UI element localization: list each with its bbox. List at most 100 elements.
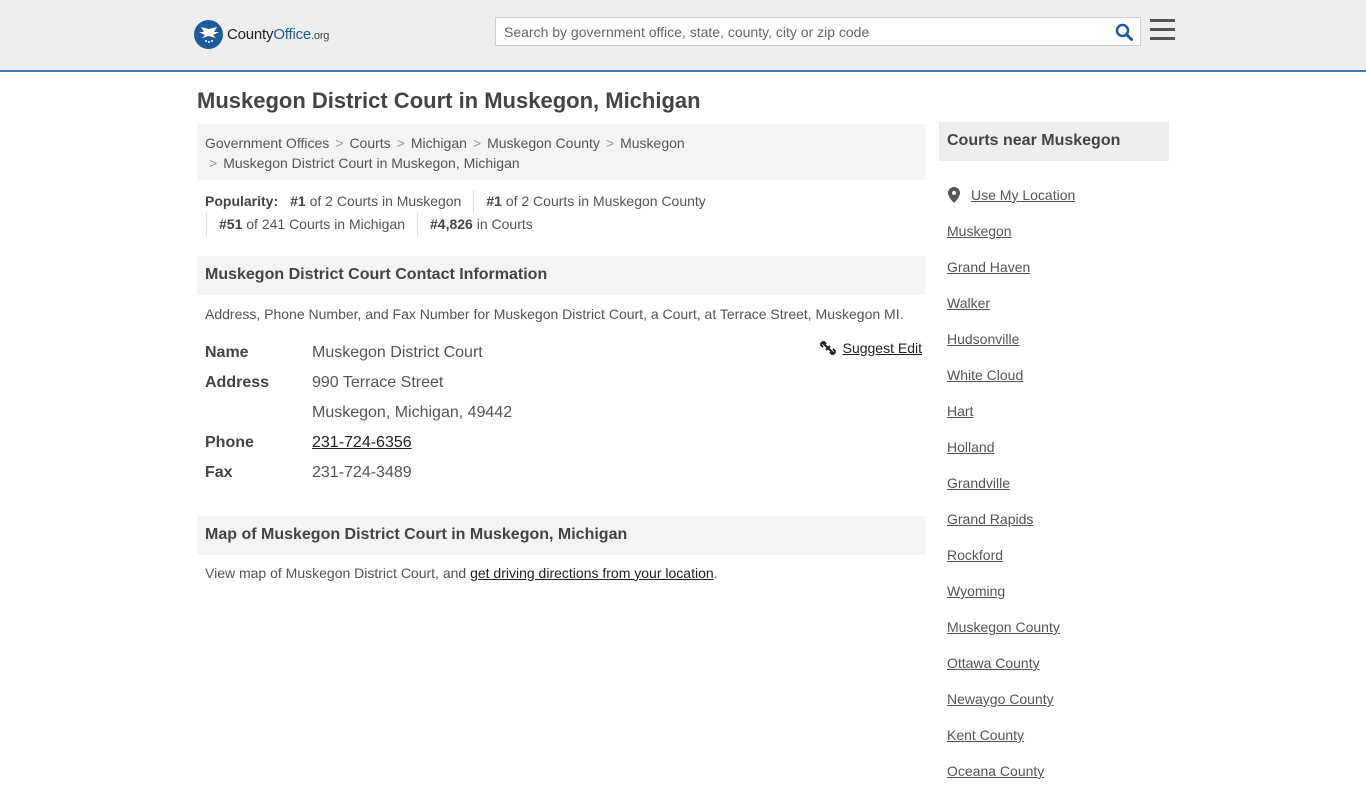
popularity-text: of 2 Courts in Muskegon County	[505, 193, 706, 209]
search-box	[495, 17, 1141, 46]
address-line-2: Muskegon, Michigan, 49442	[312, 404, 513, 421]
contact-section-heading: Muskegon District Court Contact Informat…	[197, 256, 925, 295]
phone-row: Phone 231-724-6356	[205, 428, 925, 458]
fax-label: Fax	[205, 464, 233, 481]
breadcrumb-item-michigan[interactable]: Michigan	[411, 135, 467, 151]
name-value: Muskegon District Court	[312, 344, 483, 361]
map-description: View map of Muskegon District Court, and…	[205, 565, 718, 581]
sidebar-item-holland[interactable]: Holland	[947, 429, 1167, 465]
popularity-text: in Courts	[476, 216, 533, 232]
popularity-item: #4,826 in Courts	[417, 213, 545, 236]
sidebar-link[interactable]: Wyoming	[947, 583, 1005, 599]
address-label: Address	[205, 374, 270, 391]
logo-text-county: County	[227, 26, 274, 43]
map-section-heading: Map of Muskegon District Court in Muskeg…	[197, 516, 925, 555]
driving-directions-link[interactable]: get driving directions from your locatio…	[470, 565, 714, 581]
phone-link[interactable]: 231-724-6356	[312, 434, 412, 452]
popularity-text: of 241 Courts in Michigan	[246, 216, 406, 232]
hamburger-menu-icon[interactable]	[1150, 19, 1175, 41]
map-text: View map of Muskegon District Court, and	[205, 565, 471, 581]
unlink-icon	[819, 340, 836, 356]
sidebar-item-ottawa-county[interactable]: Ottawa County	[947, 645, 1167, 681]
sidebar-link[interactable]: Rockford	[947, 547, 1003, 563]
sidebar-link[interactable]: Hudsonville	[947, 331, 1019, 347]
sidebar-item-hudsonville[interactable]: Hudsonville	[947, 321, 1167, 357]
breadcrumb-item-courts[interactable]: Courts	[349, 135, 390, 151]
popularity-item: #1 of 2 Courts in Muskegon County	[473, 190, 717, 213]
sidebar-item-hart[interactable]: Hart	[947, 393, 1167, 429]
breadcrumb-item-muskegon[interactable]: Muskegon	[620, 135, 685, 151]
site-logo[interactable]: CountyOffice.org	[194, 20, 329, 49]
map-text-end: .	[713, 565, 718, 581]
search-input[interactable]	[496, 18, 1096, 45]
sidebar-item-oceana-county[interactable]: Oceana County	[947, 753, 1167, 789]
address-line-1: 990 Terrace Street	[312, 374, 444, 391]
sidebar-link[interactable]: Oceana County	[947, 763, 1044, 779]
sidebar-link[interactable]: Grandville	[947, 475, 1010, 491]
sidebar-item-white-cloud[interactable]: White Cloud	[947, 357, 1167, 393]
sidebar-link[interactable]: Grand Rapids	[947, 511, 1033, 527]
breadcrumb-item-current: Muskegon District Court in Muskegon, Mic…	[223, 155, 520, 171]
sidebar-link[interactable]: Walker	[947, 295, 990, 311]
sidebar-item-grandville[interactable]: Grandville	[947, 465, 1167, 501]
sidebar-link[interactable]: Kent County	[947, 727, 1024, 743]
popularity-rank: #1	[486, 193, 502, 209]
logo-text-tld: .org	[311, 30, 330, 42]
sidebar-item-walker[interactable]: Walker	[947, 285, 1167, 321]
sidebar-item-wyoming[interactable]: Wyoming	[947, 573, 1167, 609]
fax-value: 231-724-3489	[312, 464, 412, 481]
sidebar-item-grand-rapids[interactable]: Grand Rapids	[947, 501, 1167, 537]
popularity-item: #1 of 2 Courts in Muskegon	[290, 190, 473, 213]
chevron-right-icon: >	[605, 135, 615, 151]
chevron-right-icon: >	[396, 135, 405, 151]
eagle-logo-icon	[194, 20, 223, 49]
sidebar-link[interactable]: Ottawa County	[947, 655, 1040, 671]
chevron-right-icon: >	[472, 135, 482, 151]
popularity-rank: #4,826	[430, 216, 473, 232]
sidebar-link[interactable]: Holland	[947, 439, 994, 455]
suggest-edit-button[interactable]: Suggest Edit	[819, 340, 922, 356]
popularity-text: of 2 Courts in Muskegon	[309, 193, 462, 209]
chevron-right-icon: >	[335, 135, 344, 151]
sidebar-heading: Courts near Muskegon	[939, 122, 1169, 161]
sidebar-item-kent-county[interactable]: Kent County	[947, 717, 1167, 753]
site-header: CountyOffice.org	[0, 0, 1366, 72]
sidebar-item-muskegon-county[interactable]: Muskegon County	[947, 609, 1167, 645]
fax-row: Fax 231-724-3489	[205, 458, 925, 488]
sidebar-link[interactable]: Grand Haven	[947, 259, 1030, 275]
sidebar-item-newaygo-county[interactable]: Newaygo County	[947, 681, 1167, 717]
breadcrumb: Government Offices > Courts > Michigan > Muske…	[197, 124, 925, 180]
sidebar-link[interactable]: Hart	[947, 403, 973, 419]
page-title: Muskegon District Court in Muskegon, Mic…	[197, 88, 701, 113]
contact-description: Address, Phone Number, and Fax Number fo…	[205, 306, 904, 322]
breadcrumb-item-government-offices[interactable]: Government Offices	[205, 135, 329, 151]
sidebar-link[interactable]: Muskegon	[947, 223, 1012, 239]
phone-label: Phone	[205, 434, 254, 451]
contact-info-table: Suggest Edit Name Muskegon District Court…	[205, 338, 925, 488]
nearby-courts-list: Use My Location Muskegon Grand Haven Wal…	[947, 177, 1167, 789]
name-label: Name	[205, 344, 249, 361]
popularity-item: #51 of 241 Courts in Michigan	[206, 213, 417, 236]
sidebar-item-rockford[interactable]: Rockford	[947, 537, 1167, 573]
popularity-rank: #1	[290, 193, 306, 209]
popularity-rank: #51	[219, 216, 243, 232]
logo-text-office: Office	[273, 26, 312, 43]
sidebar-link[interactable]: Newaygo County	[947, 691, 1054, 707]
map-pin-icon	[947, 186, 961, 204]
search-icon[interactable]	[1114, 22, 1134, 42]
logo-wordmark: CountyOffice.org	[227, 26, 329, 43]
popularity-label: Popularity:	[205, 193, 279, 209]
use-location-item[interactable]: Use My Location	[947, 177, 1167, 213]
use-my-location-link[interactable]: Use My Location	[971, 187, 1075, 203]
sidebar-item-grand-haven[interactable]: Grand Haven	[947, 249, 1167, 285]
sidebar-link[interactable]: White Cloud	[947, 367, 1023, 383]
address-row-2: Muskegon, Michigan, 49442	[205, 398, 925, 428]
name-row: Name Muskegon District Court	[205, 338, 925, 368]
chevron-right-icon: >	[209, 155, 218, 171]
breadcrumb-item-muskegon-county[interactable]: Muskegon County	[487, 135, 600, 151]
sidebar-link[interactable]: Muskegon County	[947, 619, 1060, 635]
sidebar-item-muskegon[interactable]: Muskegon	[947, 213, 1167, 249]
suggest-edit-label: Suggest Edit	[842, 340, 922, 356]
address-row: Address 990 Terrace Street	[205, 368, 925, 398]
popularity-stats: Popularity: #1 of 2 Courts in Muskegon #1 …	[205, 190, 925, 236]
